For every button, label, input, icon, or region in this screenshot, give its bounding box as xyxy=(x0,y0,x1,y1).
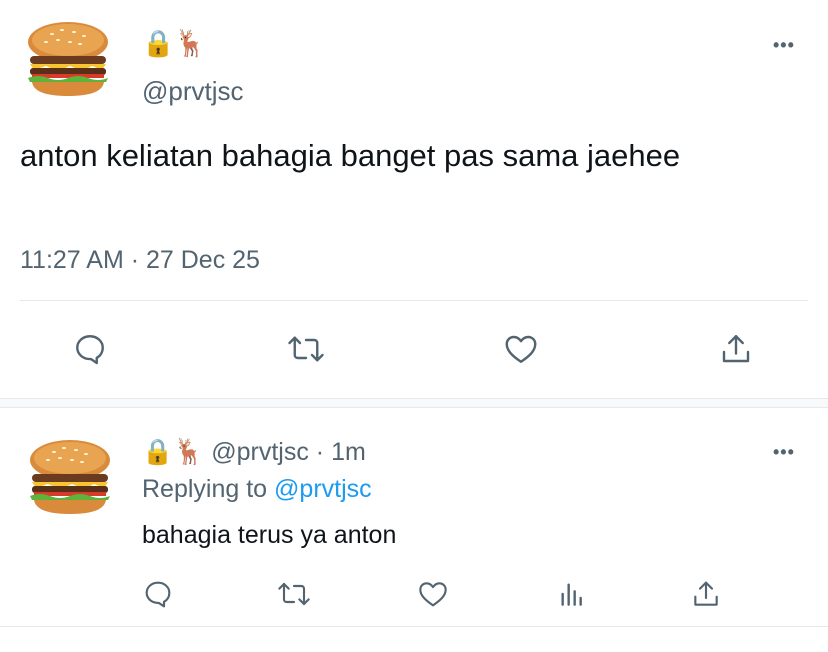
replying-to-link[interactable]: @prvtjsc xyxy=(274,475,372,503)
reply-more-options-button[interactable]: ••• xyxy=(773,443,795,461)
retweet-icon[interactable] xyxy=(286,331,326,367)
divider xyxy=(20,300,808,301)
share-icon[interactable] xyxy=(718,330,754,368)
reply-handle[interactable]: @prvtjsc xyxy=(211,438,309,466)
reply-action-reply-icon[interactable] xyxy=(142,578,174,610)
reply-action-like-icon[interactable] xyxy=(416,578,450,610)
reply-action-share-icon[interactable] xyxy=(690,577,722,611)
tweet-handle[interactable]: @prvtjsc xyxy=(142,76,244,107)
handle-emojis: 🔒🦌 xyxy=(142,28,207,58)
reply-icon[interactable] xyxy=(72,331,108,367)
reply-action-analytics-icon[interactable] xyxy=(556,578,588,610)
more-options-button[interactable]: ••• xyxy=(773,36,795,54)
reply-age[interactable]: 1m xyxy=(331,438,366,466)
like-icon[interactable] xyxy=(502,331,540,367)
reply-divider xyxy=(0,626,828,627)
reply-handle-emojis: 🔒🦌 xyxy=(142,438,205,466)
tweet-timestamp[interactable]: 11:27 AM · 27 Dec 25 xyxy=(20,246,260,275)
replying-to-line: Replying to @prvtjsc xyxy=(142,475,372,504)
reply-action-retweet-icon[interactable] xyxy=(276,578,312,610)
replying-to-label: Replying to xyxy=(142,475,268,503)
reply-text: bahagia terus ya anton xyxy=(142,521,397,549)
avatar-burger-image[interactable] xyxy=(22,20,114,100)
section-separator xyxy=(0,398,828,408)
tweet-text: anton keliatan bahagia banget pas sama j… xyxy=(20,138,681,173)
reply-header: 🔒🦌 @prvtjsc · 1m xyxy=(142,438,366,467)
reply-avatar-burger-image[interactable] xyxy=(24,438,116,518)
reply-separator: · xyxy=(315,438,325,466)
